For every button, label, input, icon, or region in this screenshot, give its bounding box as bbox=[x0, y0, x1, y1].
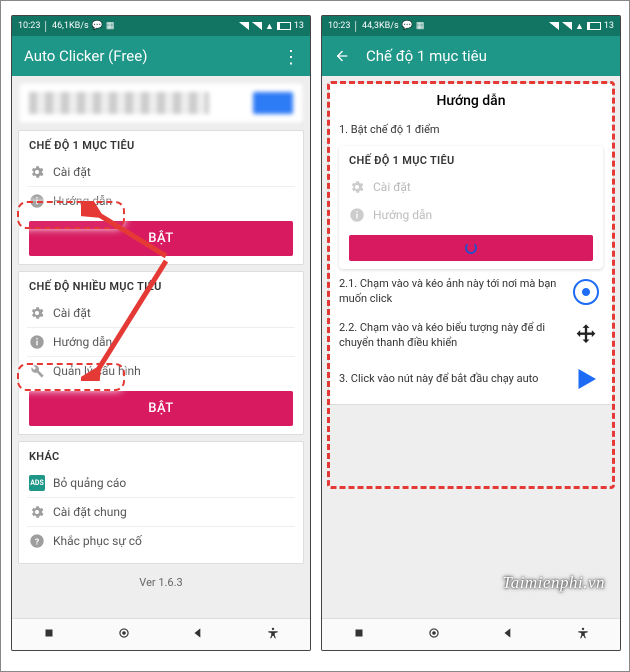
gear-icon bbox=[29, 164, 45, 180]
gear-icon bbox=[29, 305, 45, 321]
nav-back-icon[interactable] bbox=[191, 625, 205, 644]
guide-label: Hướng dẫn bbox=[53, 335, 112, 349]
general-settings-row[interactable]: Cài đặt chung bbox=[29, 498, 293, 526]
general-label: Cài đặt chung bbox=[53, 505, 127, 519]
nav-accessibility-icon[interactable] bbox=[266, 625, 280, 644]
guide-row[interactable]: Hướng dẫn bbox=[29, 328, 293, 356]
settings-row: Cài đặt bbox=[349, 173, 593, 201]
step-1: 1. Bật chế độ 1 điểm bbox=[339, 117, 603, 142]
enable-button[interactable]: BẬT bbox=[29, 391, 293, 426]
guide-heading: Hướng dẫn bbox=[339, 93, 603, 109]
page-title: Chế độ 1 mục tiêu bbox=[366, 47, 487, 65]
troubleshoot-row[interactable]: ? Khắc phục sự cố bbox=[29, 527, 293, 555]
multi-target-card: CHẾ ĐỘ NHIỀU MỤC TIÊU Cài đặt Hướng dẫn … bbox=[18, 271, 304, 435]
svg-text:?: ? bbox=[35, 537, 39, 547]
guide-panel: Hướng dẫn 1. Bật chế độ 1 điểm CHẾ ĐỘ 1 … bbox=[328, 82, 614, 405]
phone-right: 10:23 │ 44,3KB/s 💬▦ ▲ 13 Chế độ 1 mục ti… bbox=[321, 15, 621, 651]
remove-ads-row[interactable]: ADS Bỏ quảng cáo bbox=[29, 469, 293, 497]
battery-pct: 13 bbox=[604, 21, 614, 31]
tutorial-composite: 10:23 │ 46,1KB/s 💬▦ ▲ 13 Auto Clicker (F… bbox=[0, 0, 630, 672]
embedded-card: CHẾ ĐỘ 1 MỤC TIÊU Cài đặt Hướng dẫn bbox=[339, 146, 603, 269]
troubleshoot-label: Khắc phục sự cố bbox=[53, 534, 142, 548]
action-bar: Auto Clicker (Free) bbox=[12, 36, 310, 76]
info-icon bbox=[349, 207, 365, 223]
status-net: 46,1KB/s bbox=[52, 21, 89, 31]
play-icon bbox=[569, 364, 603, 394]
nav-home-icon[interactable] bbox=[117, 625, 131, 644]
signal-icon bbox=[562, 22, 572, 30]
card-title: CHẾ ĐỘ 1 MỤC TIÊU bbox=[29, 139, 293, 152]
battery-pct: 13 bbox=[294, 21, 304, 31]
back-icon[interactable] bbox=[334, 48, 350, 64]
single-target-card: CHẾ ĐỘ 1 MỤC TIÊU Cài đặt Hướng dẫn BẬT bbox=[18, 130, 304, 265]
app-title: Auto Clicker (Free) bbox=[24, 47, 147, 65]
status-bar: 10:23 │ 44,3KB/s 💬▦ ▲ 13 bbox=[322, 16, 620, 36]
config-label: Quản lý cấu hình bbox=[53, 364, 141, 378]
status-bar: 10:23 │ 46,1KB/s 💬▦ ▲ 13 bbox=[12, 16, 310, 36]
enable-button-loading bbox=[349, 235, 593, 261]
signal-icon bbox=[252, 22, 262, 30]
action-bar: Chế độ 1 mục tiêu bbox=[322, 36, 620, 76]
battery-icon bbox=[587, 22, 601, 30]
wifi-icon: ▲ bbox=[575, 21, 584, 32]
overflow-menu-icon[interactable] bbox=[282, 48, 298, 64]
info-icon bbox=[29, 193, 45, 209]
settings-row[interactable]: Cài đặt bbox=[29, 299, 293, 327]
version-text: Ver 1.6.3 bbox=[18, 570, 304, 595]
enable-button[interactable]: BẬT bbox=[29, 221, 293, 256]
guide-content: Hướng dẫn 1. Bật chế độ 1 điểm CHẾ ĐỘ 1 … bbox=[322, 76, 620, 618]
spinner-icon bbox=[465, 242, 477, 254]
signal-icon bbox=[239, 22, 249, 30]
nav-home-icon[interactable] bbox=[427, 625, 441, 644]
nav-recent-icon[interactable] bbox=[42, 625, 56, 644]
signal-icon bbox=[549, 22, 559, 30]
config-row[interactable]: Quản lý cấu hình bbox=[29, 357, 293, 385]
settings-row[interactable]: Cài đặt bbox=[29, 158, 293, 186]
status-net: 44,3KB/s bbox=[362, 21, 399, 31]
phone-left: 10:23 │ 46,1KB/s 💬▦ ▲ 13 Auto Clicker (F… bbox=[11, 15, 311, 651]
info-icon bbox=[29, 334, 45, 350]
move-icon bbox=[569, 322, 603, 350]
ads-icon: ADS bbox=[29, 475, 45, 491]
guide-row[interactable]: Hướng dẫn bbox=[29, 187, 293, 215]
help-icon: ? bbox=[29, 533, 45, 549]
nav-bar bbox=[322, 618, 620, 650]
status-time: 10:23 bbox=[328, 21, 350, 31]
gear-icon bbox=[29, 504, 45, 520]
wifi-icon: ▲ bbox=[265, 21, 274, 32]
guide-label: Hướng dẫn bbox=[53, 194, 112, 208]
nav-recent-icon[interactable] bbox=[352, 625, 366, 644]
target-icon bbox=[569, 279, 603, 305]
nav-back-icon[interactable] bbox=[501, 625, 515, 644]
nav-accessibility-icon[interactable] bbox=[576, 625, 590, 644]
ads-label: Bỏ quảng cáo bbox=[53, 476, 126, 490]
card-title: CHẾ ĐỘ 1 MỤC TIÊU bbox=[349, 154, 593, 167]
guide-row: Hướng dẫn bbox=[349, 201, 593, 229]
step-2-1: 2.1. Chạm vào và kéo ảnh này tới nơi mà … bbox=[339, 277, 563, 307]
main-content: CHẾ ĐỘ 1 MỤC TIÊU Cài đặt Hướng dẫn BẬT … bbox=[12, 76, 310, 618]
settings-label: Cài đặt bbox=[53, 306, 91, 320]
gear-icon bbox=[349, 179, 365, 195]
card-title: CHẾ ĐỘ NHIỀU MỤC TIÊU bbox=[29, 280, 293, 293]
step-3: 3. Click vào nút này để bắt đầu chạy aut… bbox=[339, 372, 563, 387]
step-2-2: 2.2. Chạm vào và kéo biểu tượng này để d… bbox=[339, 321, 563, 351]
status-time: 10:23 bbox=[18, 21, 40, 31]
wrench-icon bbox=[29, 363, 45, 379]
settings-label: Cài đặt bbox=[53, 165, 91, 179]
nav-bar bbox=[12, 618, 310, 650]
ad-banner[interactable] bbox=[18, 82, 304, 124]
card-title: KHÁC bbox=[29, 450, 293, 463]
other-card: KHÁC ADS Bỏ quảng cáo Cài đặt chung ? Kh… bbox=[18, 441, 304, 564]
battery-icon bbox=[277, 22, 291, 30]
